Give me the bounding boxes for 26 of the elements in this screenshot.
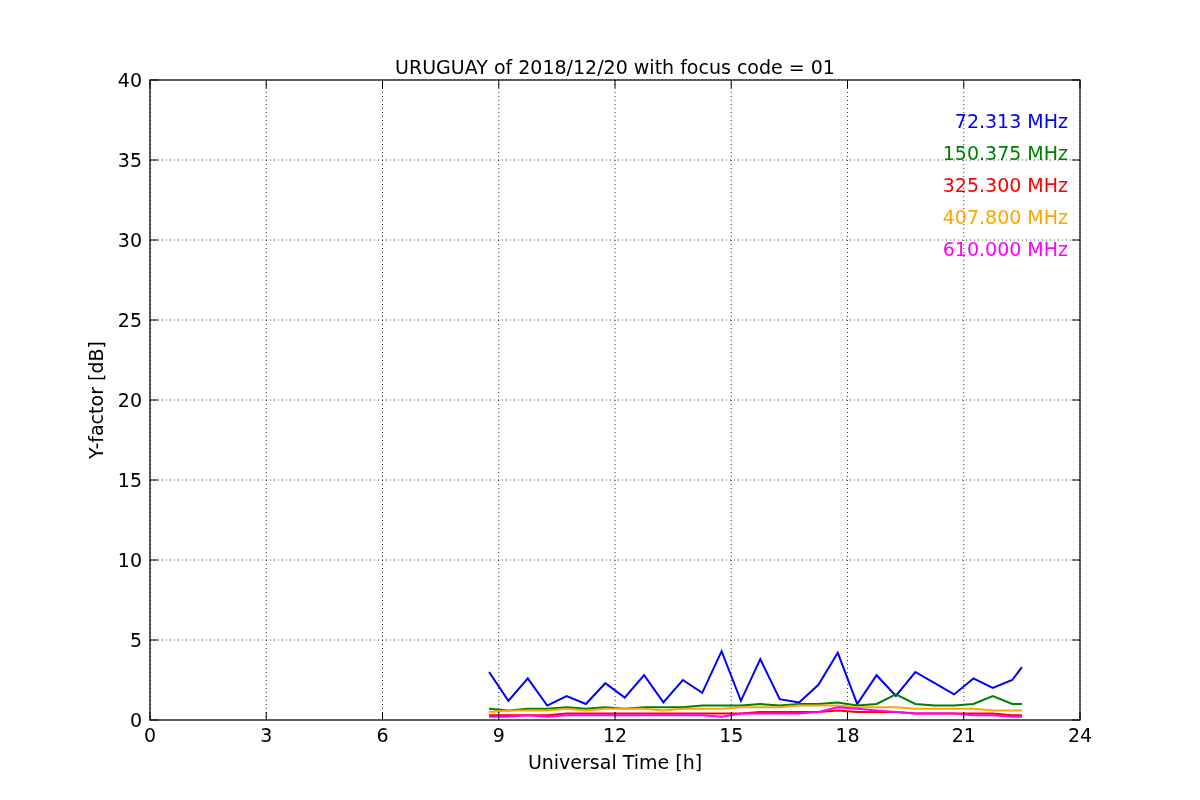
- legend-label: 407.800 MHz: [942, 206, 1068, 228]
- y-tick-label: 0: [129, 709, 142, 731]
- x-tick-label: 3: [260, 724, 273, 746]
- legend-label: 72.313 MHz: [954, 110, 1068, 132]
- chart-title: URUGUAY of 2018/12/20 with focus code = 01: [395, 56, 835, 78]
- x-tick-label: 12: [602, 724, 628, 746]
- x-tick-label: 18: [835, 724, 860, 746]
- y-tick-label: 15: [117, 469, 142, 491]
- legend-label: 610.000 MHz: [942, 238, 1068, 260]
- y-tick-label: 25: [117, 309, 142, 331]
- x-tick-label: 24: [1067, 724, 1093, 746]
- y-tick-label: 35: [117, 149, 142, 171]
- x-tick-label: 9: [492, 724, 505, 746]
- y-tick-label: 10: [117, 549, 142, 571]
- y-tick-label: 5: [129, 629, 142, 651]
- legend-label: 325.300 MHz: [942, 174, 1068, 196]
- x-tick-label: 15: [719, 724, 744, 746]
- x-tick-label: 21: [951, 724, 976, 746]
- y-tick-label: 30: [117, 229, 142, 251]
- y-tick-label: 20: [117, 389, 142, 411]
- y-axis-label: Y-factor [dB]: [85, 341, 107, 459]
- legend-label: 150.375 MHz: [942, 142, 1068, 164]
- y-tick-label: 40: [117, 69, 142, 91]
- x-tick-label: 6: [376, 724, 389, 746]
- x-axis-label: Universal Time [h]: [527, 751, 703, 773]
- x-tick-label: 0: [143, 724, 157, 746]
